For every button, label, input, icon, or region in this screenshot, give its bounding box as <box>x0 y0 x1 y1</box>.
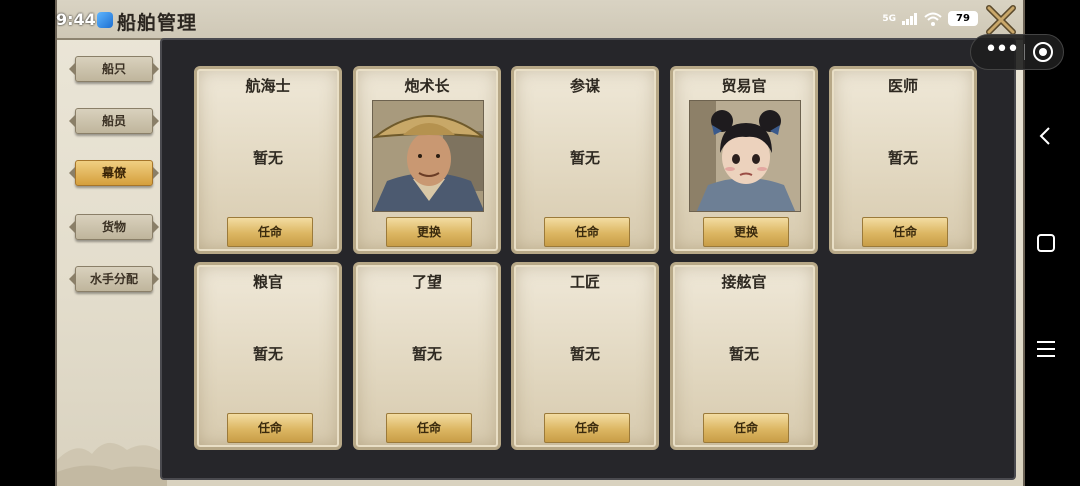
card-title: 炮术长 <box>404 77 450 95</box>
status-icons: 5G 79 <box>882 11 978 26</box>
sidebar: 船只 船员 幕僚 货物 水手分配 <box>55 40 160 486</box>
appoint-button[interactable]: 任命 <box>862 217 948 247</box>
card-title: 了望 <box>411 273 442 291</box>
advisor-card-provisions: 粮官 暂无 任命 <box>194 262 342 450</box>
signal-icon <box>902 12 917 25</box>
close-icon[interactable] <box>983 2 1019 38</box>
card-empty-text: 暂无 <box>887 149 918 167</box>
page-title: 船舶管理 <box>117 12 198 34</box>
appoint-button[interactable]: 任命 <box>703 413 789 443</box>
card-empty-text: 暂无 <box>411 345 442 363</box>
advisor-card-trade: 贸易官 更换 <box>670 66 818 254</box>
advisor-card-navigator: 航海士 暂无 任命 <box>194 66 342 254</box>
appoint-button[interactable]: 任命 <box>544 413 630 443</box>
advisor-card-lookout: 了望 暂无 任命 <box>353 262 501 450</box>
card-empty-text: 暂无 <box>252 345 283 363</box>
battery-icon: 79 <box>948 11 978 26</box>
card-empty-text: 暂无 <box>728 345 759 363</box>
appoint-button[interactable]: 任命 <box>227 413 313 443</box>
advisor-card-gunnery: 炮术长 更换 <box>353 66 501 254</box>
sidebar-item-crew[interactable]: 船员 <box>75 108 153 134</box>
appoint-button[interactable]: 任命 <box>544 217 630 247</box>
card-empty-text: 暂无 <box>569 345 600 363</box>
advisor-card-boarding: 接舷官 暂无 任命 <box>670 262 818 450</box>
home-icon[interactable] <box>1034 231 1058 255</box>
portrait-man-straw-hat[interactable] <box>372 100 484 212</box>
sidebar-item-ships[interactable]: 船只 <box>75 56 153 82</box>
card-empty-text: 暂无 <box>252 149 283 167</box>
card-title: 贸易官 <box>721 77 767 95</box>
sidebar-item-sailor-assignment[interactable]: 水手分配 <box>75 266 153 292</box>
sidebar-item-advisors[interactable]: 幕僚 <box>75 160 153 186</box>
card-title: 医师 <box>887 77 918 95</box>
recent-apps-icon[interactable] <box>1034 337 1058 361</box>
appoint-button[interactable]: 任命 <box>227 217 313 247</box>
back-icon[interactable] <box>1034 124 1058 148</box>
status-time: 9:44 <box>56 10 96 29</box>
advisor-panel: 航海士 暂无 任命 炮术长 更换 参谋 暂无 任命 贸易官 更换 医师 暂无 任… <box>160 38 1016 480</box>
network-type: 5G <box>882 13 896 24</box>
sidebar-item-cargo[interactable]: 货物 <box>75 214 153 240</box>
portrait-girl-hair-buns[interactable] <box>689 100 801 212</box>
replace-button[interactable]: 更换 <box>703 217 789 247</box>
card-title: 接舷官 <box>721 273 767 291</box>
wifi-icon <box>924 12 942 26</box>
card-title: 粮官 <box>252 273 283 291</box>
advisor-card-physician: 医师 暂无 任命 <box>829 66 977 254</box>
more-icon[interactable]: ••• <box>981 35 1021 69</box>
replace-button[interactable]: 更换 <box>386 217 472 247</box>
card-title: 工匠 <box>569 273 600 291</box>
card-title: 参谋 <box>569 77 600 95</box>
capsule-divider <box>1024 44 1025 60</box>
card-title: 航海士 <box>245 77 291 95</box>
card-empty-text: 暂无 <box>569 149 600 167</box>
title-badge-icon <box>97 12 113 28</box>
advisor-card-staff: 参谋 暂无 任命 <box>511 66 659 254</box>
appoint-button[interactable]: 任命 <box>386 413 472 443</box>
advisor-card-craftsman: 工匠 暂无 任命 <box>511 262 659 450</box>
exit-icon[interactable] <box>1031 40 1055 64</box>
capsule-menu: ••• <box>970 34 1064 70</box>
title-bar: 船舶管理 <box>57 0 1023 40</box>
